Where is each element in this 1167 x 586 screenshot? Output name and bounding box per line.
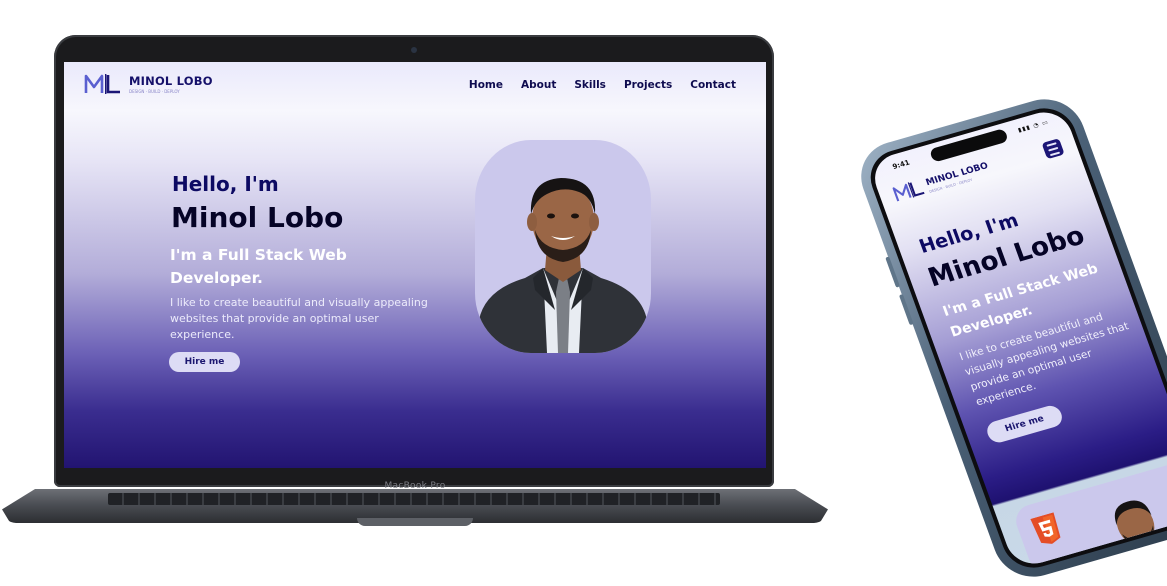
- phone-device: 9:41 ▮▮▮ ◔ ▭ MINOL LOBO DESIGN · BUILD ·…: [850, 90, 1167, 586]
- device-label: MacBook Pro: [384, 481, 446, 491]
- status-icons: ▮▮▮ ◔ ▭: [1017, 118, 1050, 134]
- laptop-camera: [411, 47, 417, 53]
- logo-name: MINOL LOBO: [129, 74, 213, 88]
- html5-icon: [1030, 512, 1061, 544]
- phone-website: 9:41 ▮▮▮ ◔ ▭ MINOL LOBO DESIGN · BUILD ·…: [867, 106, 1167, 570]
- logo-tagline: DESIGN · BUILD · DEPLOY: [129, 89, 180, 94]
- logo-mark-icon[interactable]: [891, 177, 928, 203]
- hero-description: I like to create beautiful and visually …: [170, 296, 428, 341]
- phone-screen: 9:41 ▮▮▮ ◔ ▭ MINOL LOBO DESIGN · BUILD ·…: [862, 101, 1167, 575]
- nav-home[interactable]: Home: [469, 79, 503, 91]
- laptop-trackpad-notch: [357, 518, 473, 526]
- status-time: 9:41: [891, 158, 911, 171]
- nav-about[interactable]: About: [521, 79, 556, 91]
- nav-skills[interactable]: Skills: [574, 79, 606, 91]
- hero-role: I'm a Full Stack Web Developer.: [170, 246, 347, 287]
- nav-contact[interactable]: Contact: [690, 79, 736, 91]
- site-logo[interactable]: MINOL LOBO DESIGN · BUILD · DEPLOY: [84, 71, 214, 99]
- person-portrait-icon: [477, 178, 649, 353]
- profile-photo: [475, 140, 651, 353]
- hire-me-button[interactable]: Hire me: [169, 352, 240, 372]
- nav-projects[interactable]: Projects: [624, 79, 672, 91]
- hero-name: Minol Lobo: [171, 201, 344, 234]
- hire-me-button[interactable]: Hire me: [984, 403, 1065, 445]
- hamburger-menu-icon[interactable]: [1041, 138, 1065, 160]
- hero-greeting: Hello, I'm: [172, 172, 279, 196]
- main-nav: Home About Skills Projects Contact: [469, 79, 736, 91]
- laptop-keyboard-edge: [108, 493, 720, 505]
- logo-mark-icon: [84, 74, 120, 94]
- laptop-screen: MINOL LOBO DESIGN · BUILD · DEPLOY Home …: [64, 62, 766, 468]
